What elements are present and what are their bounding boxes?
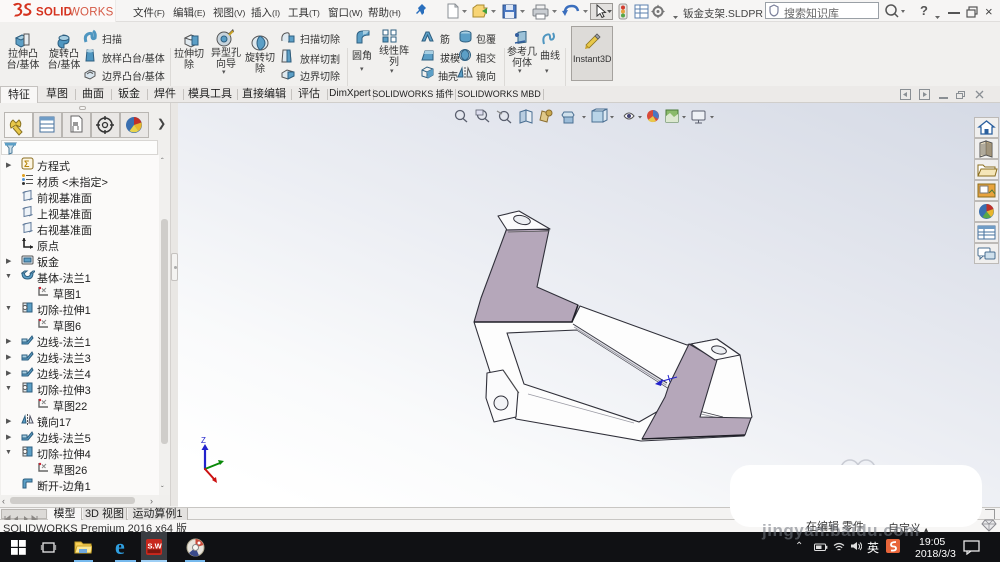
svg-text:Z: Z — [201, 436, 206, 445]
svg-text:WORKS: WORKS — [69, 7, 114, 19]
svg-text:SOLID: SOLID — [36, 7, 72, 19]
svg-text:S.W: S.W — [148, 542, 163, 551]
